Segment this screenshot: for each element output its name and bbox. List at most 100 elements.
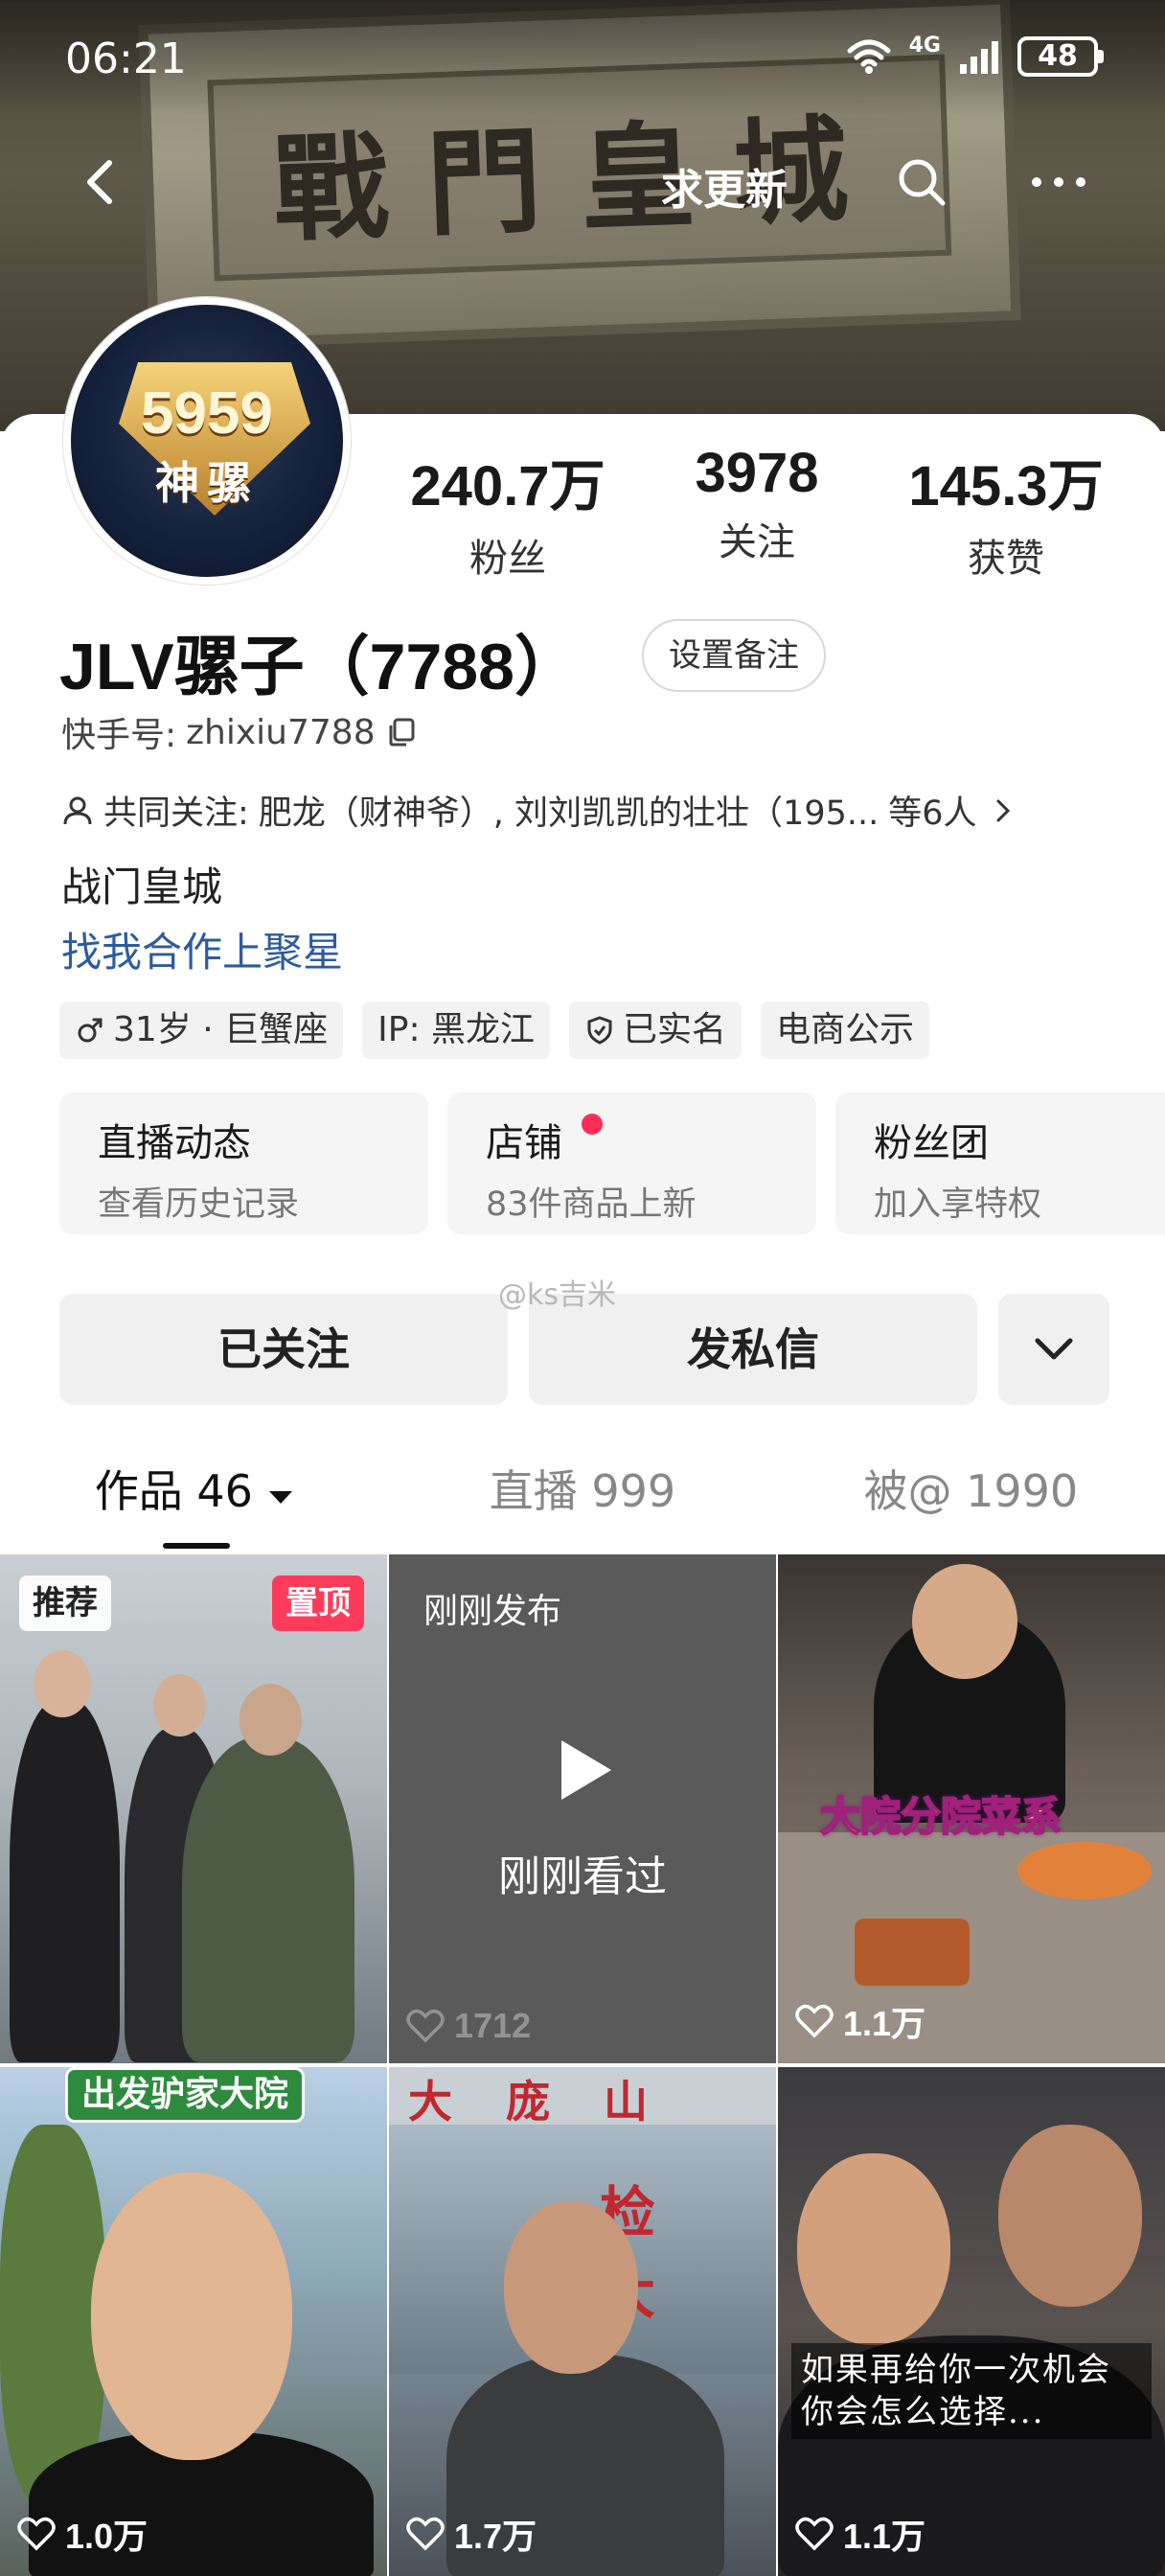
copy-icon[interactable] [385,716,418,748]
set-remark-button[interactable]: 设置备注 [642,619,826,692]
network-type: 4G [908,33,941,58]
like-count-value: 1.7万 [454,2517,537,2556]
like-count-value: 1.1万 [843,2004,926,2043]
feature-cards: 直播动态 查看历史记录 店铺 83件商品上新 粉丝团 加入享特权 [59,1092,1165,1234]
wifi-icon [847,39,891,74]
active-tab-indicator [163,1543,230,1549]
mutual-follow-row[interactable]: 共同关注: 肥龙（财神爷）, 刘刘凯凯的壮壮（195... 等6人 [61,786,1106,835]
quote-line: 如果再给你一次机会 [801,2351,1111,2389]
tab-label: 直播 999 [489,1465,676,1517]
stat-label: 粉丝 [469,537,546,581]
feature-title: 店铺 [486,1121,562,1165]
stat-label: 获赞 [968,537,1044,581]
like-count: 1.1万 [795,1996,925,2046]
heart-icon [406,2009,445,2043]
chevron-down-icon [1035,1338,1073,1360]
content-tabs: 作品 46 直播 999 被@ 1990 [0,1457,1165,1552]
like-count: 1712 [406,2006,531,2046]
feature-card-live-history[interactable]: 直播动态 查看历史记录 [59,1092,428,1234]
stat-likes[interactable]: 145.3万 获赞 [891,441,1121,583]
feature-title: 直播动态 [98,1121,251,1165]
stat-following[interactable]: 3978 关注 [642,441,872,583]
pinned-chip: 置顶 [272,1576,364,1631]
cooperation-link[interactable]: 找我合作上聚星 [61,920,343,978]
tag-verified[interactable]: 已实名 [569,1001,742,1059]
account-id-row: 快手号: zhixiu7788 [61,707,418,757]
video-thumbnail[interactable]: 刚刚发布 刚刚看过 1712 [389,1554,776,2063]
profile-tags: 31岁 · 巨蟹座 IP: 黑龙江 已实名 电商公示 [59,1001,930,1059]
heart-icon [795,2517,834,2551]
heart-icon [17,2517,56,2551]
stat-value: 145.3万 [908,455,1104,518]
mutual-names: 肥龙（财神爷）, 刘刘凯凯的壮壮（195... [258,794,879,833]
video-grid: 推荐 置顶 刚刚发布 刚刚看过 1712 大院分院菜系 1.1万 出发驴家大院 [0,1554,1165,2576]
video-thumbnail[interactable]: 推荐 置顶 [0,1554,387,2063]
like-count-value: 1.1万 [843,2517,926,2556]
mutual-label: 共同关注: [103,794,249,833]
like-count: 1.1万 [795,2509,925,2559]
tag-ecommerce-notice[interactable]: 电商公示 [761,1001,930,1059]
stat-label: 关注 [719,520,795,564]
avatar-number: 5959 [141,380,273,447]
avatar-word: 神骡 [155,457,259,509]
heart-icon [406,2517,445,2551]
tag-label: 已实名 [623,1010,727,1049]
stat-followers[interactable]: 240.7万 粉丝 [393,441,623,583]
notification-dot [582,1114,603,1135]
stat-value: 240.7万 [410,455,605,518]
just-viewed-label: 刚刚看过 [498,1852,667,1901]
tag-label: 31岁 · 巨蟹座 [113,1010,329,1049]
tag-ip-location: IP: 黑龙江 [362,1001,551,1059]
request-update-button[interactable]: 求更新 [661,155,788,217]
just-posted-label: 刚刚发布 [423,1592,562,1631]
tab-live[interactable]: 直播 999 [388,1457,776,1552]
watermark: @ks吉米 [498,1278,617,1312]
video-thumbnail[interactable]: 大 庞 山 检 大 1.7万 [389,2067,776,2576]
signal-icon [960,41,998,74]
video-caption: 大院分院菜系 [819,1792,1062,1841]
like-count-value: 1712 [454,2006,532,2045]
play-icon [561,1740,611,1800]
video-thumbnail[interactable]: 如果再给你一次机会 你会怎么选择... 1.1万 [778,2067,1165,2576]
quote-line: 你会怎么选择... [801,2393,1045,2431]
search-icon[interactable] [893,153,950,211]
followed-button[interactable]: 已关注 [59,1294,508,1405]
like-count: 1.7万 [406,2509,537,2559]
mutual-count: 等6人 [888,794,977,833]
tag-age-zodiac: 31岁 · 巨蟹座 [59,1001,344,1059]
bio-text: 战门皇城 [61,863,223,910]
shield-icon [587,1016,612,1045]
account-id: zhixiu7788 [186,712,376,752]
account-label: 快手号: [61,716,177,755]
video-thumbnail[interactable]: 出发驴家大院 1.0万 [0,2067,387,2576]
video-quote: 如果再给你一次机会 你会怎么选择... [791,2343,1152,2439]
video-thumbnail[interactable]: 大院分院菜系 1.1万 [778,1554,1165,2063]
tab-mentions[interactable]: 被@ 1990 [777,1457,1165,1552]
stat-value: 3978 [695,442,819,504]
feature-subtitle: 加入享特权 [874,1185,1042,1224]
avatar[interactable]: 5959 神骡 [63,297,351,585]
person-icon [63,796,92,824]
tab-label: 作品 46 [94,1465,253,1517]
more-options-icon[interactable] [1025,153,1092,211]
male-icon [78,1018,103,1043]
back-arrow-icon[interactable] [73,153,130,211]
recommended-chip: 推荐 [19,1576,111,1631]
tab-works[interactable]: 作品 46 [0,1457,388,1552]
tag-label: IP: 黑龙江 [377,1010,536,1049]
more-actions-button[interactable] [998,1294,1109,1405]
status-time: 06:21 [65,34,187,83]
profile-stats: 240.7万 粉丝 3978 关注 145.3万 获赞 [383,441,1131,583]
video-banner: 出发驴家大院 [65,2067,306,2123]
like-count-value: 1.0万 [65,2517,148,2556]
like-count: 1.0万 [17,2509,148,2559]
storefront-sign: 大 庞 山 [389,2067,776,2128]
tab-label: 被@ 1990 [863,1465,1079,1517]
feature-card-fan-club[interactable]: 粉丝团 加入享特权 [835,1092,1165,1234]
heart-icon [795,2004,834,2038]
feature-subtitle: 83件商品上新 [486,1185,697,1224]
feature-title: 粉丝团 [874,1121,989,1165]
tag-label: 电商公示 [776,1010,915,1049]
feature-card-shop[interactable]: 店铺 83件商品上新 [447,1092,816,1234]
battery-icon: 48 [1017,36,1104,77]
